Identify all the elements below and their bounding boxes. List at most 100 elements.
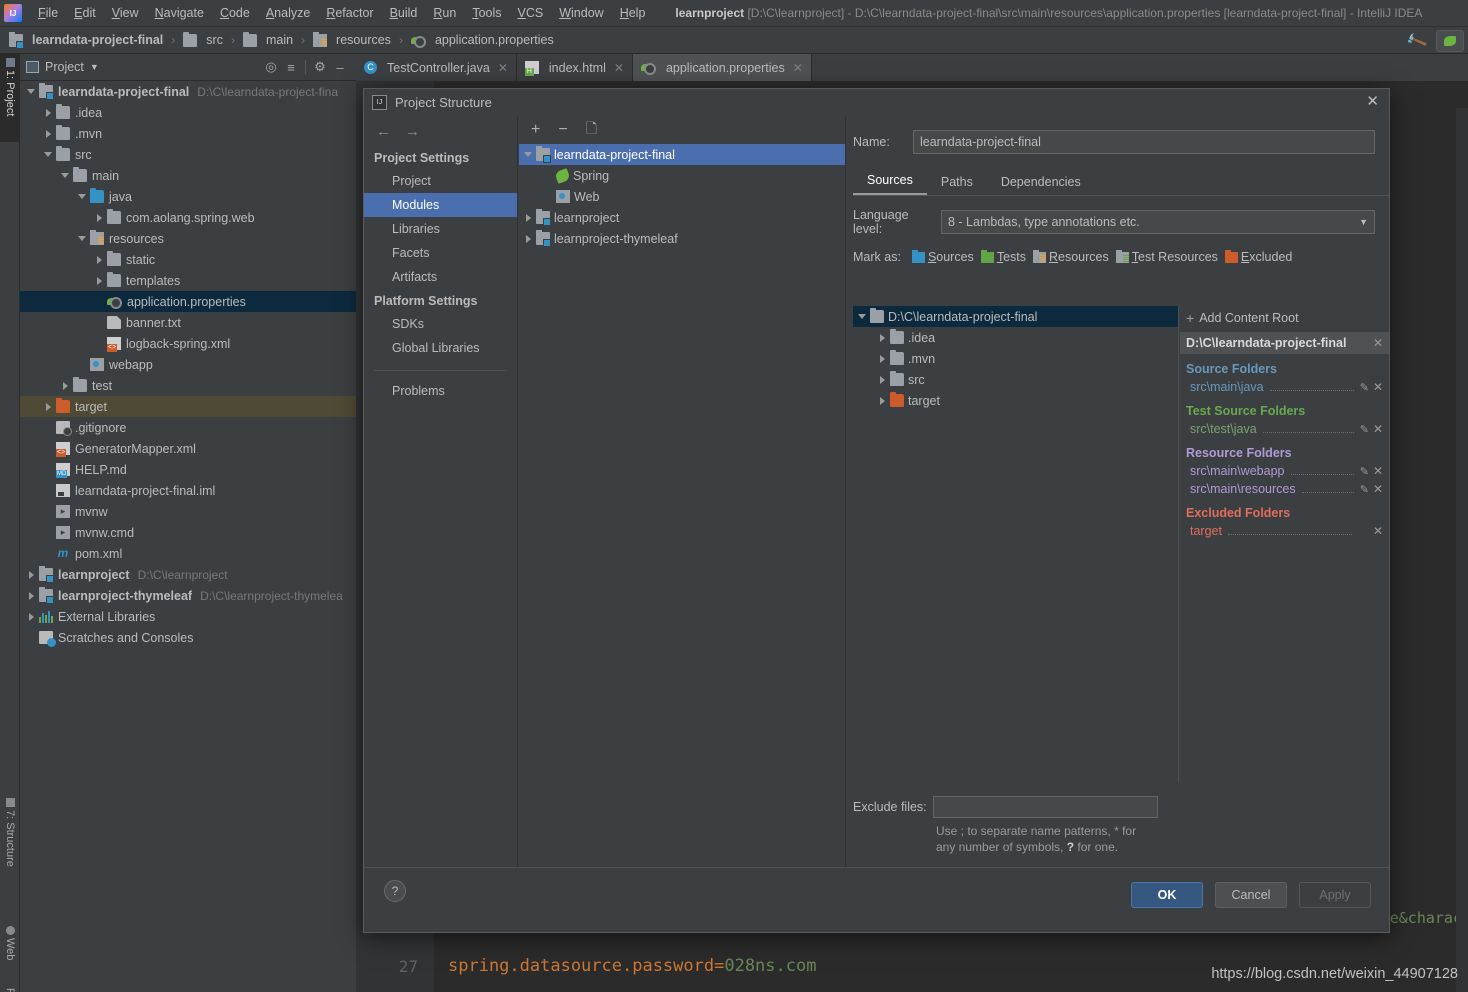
tree-row[interactable]: Scratches and Consoles	[20, 627, 356, 648]
tree-row[interactable]: java	[20, 186, 356, 207]
copy-module-button[interactable]: 🗋	[586, 118, 597, 142]
chevron-down-icon[interactable]	[26, 86, 37, 97]
scroll-from-source-button[interactable]: ◎	[261, 57, 281, 77]
chevron-down-icon[interactable]	[77, 233, 88, 244]
menu-item-file[interactable]: File	[30, 3, 66, 23]
editor-tab-bar[interactable]: CTestController.java✕index.html✕applicat…	[356, 54, 1468, 81]
tree-row[interactable]: resources	[20, 228, 356, 249]
tree-row[interactable]: com.aolang.spring.web	[20, 207, 356, 228]
tree-row[interactable]: src	[20, 144, 356, 165]
tab-paths[interactable]: Paths	[927, 170, 987, 195]
back-arrow-icon[interactable]: ←	[376, 123, 391, 140]
tool-tab-project[interactable]: 1: Project	[0, 54, 20, 142]
module-tabs[interactable]: Sources Paths Dependencies	[853, 168, 1389, 196]
sidebar-item-artifacts[interactable]: Artifacts	[364, 265, 517, 289]
sidebar-item-facets[interactable]: Facets	[364, 241, 517, 265]
module-tree-row[interactable]: Spring	[519, 165, 845, 186]
edit-pencil-icon[interactable]: ✎	[1360, 483, 1369, 496]
close-icon[interactable]: ✕	[498, 61, 508, 75]
tree-row[interactable]: main	[20, 165, 356, 186]
tool-tab-structure[interactable]: 7: Structure	[0, 794, 20, 902]
editor-tab[interactable]: C TestController.java ✕	[356, 54, 517, 81]
tree-row[interactable]: templates	[20, 270, 356, 291]
tool-tab-web[interactable]: Web	[0, 922, 20, 978]
menu-item-edit[interactable]: Edit	[66, 3, 104, 23]
project-file-tree[interactable]: learndata-project-final D:\C\learndata-pr…	[20, 81, 356, 992]
chevron-right-icon[interactable]	[94, 275, 105, 286]
edit-pencil-icon[interactable]: ✎	[1360, 423, 1369, 436]
chevron-right-icon[interactable]	[877, 374, 888, 385]
remove-content-root-icon[interactable]: ✕	[1373, 336, 1383, 350]
sidebar-item-problems[interactable]: Problems	[364, 379, 517, 403]
tree-row[interactable]: GeneratorMapper.xml	[20, 438, 356, 459]
tree-row[interactable]: External Libraries	[20, 606, 356, 627]
mark-as-test-resources[interactable]: Test Resources	[1115, 249, 1218, 264]
menu-item-analyze[interactable]: Analyze	[258, 3, 318, 23]
tree-row[interactable]: ▸ mvnw.cmd	[20, 522, 356, 543]
tree-row[interactable]: logback-spring.xml	[20, 333, 356, 354]
content-root-row[interactable]: target	[853, 390, 1178, 411]
chevron-down-icon[interactable]	[43, 149, 54, 160]
chevron-right-icon[interactable]	[94, 212, 105, 223]
mark-as-tests[interactable]: Tests	[980, 249, 1026, 264]
chevron-right-icon[interactable]	[523, 233, 534, 244]
apply-button[interactable]: Apply	[1299, 882, 1371, 908]
mark-as-resources[interactable]: Resources	[1033, 249, 1109, 264]
chevron-right-icon[interactable]	[43, 128, 54, 139]
sidebar-item-modules[interactable]: Modules	[364, 193, 517, 217]
name-input[interactable]: learndata-project-final	[913, 130, 1375, 154]
chevron-right-icon[interactable]	[94, 254, 105, 265]
content-root-row[interactable]: D:\C\learndata-project-final	[853, 306, 1178, 327]
chevron-right-icon[interactable]	[877, 353, 888, 364]
chevron-down-icon[interactable]	[77, 191, 88, 202]
modules-tree[interactable]: learndata-project-final Spring Web learnpro…	[519, 144, 845, 249]
add-content-root-button[interactable]: + Add Content Root	[1180, 306, 1389, 332]
chevron-right-icon[interactable]	[523, 212, 534, 223]
tree-row[interactable]: .gitignore	[20, 417, 356, 438]
menu-item-window[interactable]: Window	[551, 3, 611, 23]
language-level-select[interactable]: 8 - Lambdas, type annotations etc. ▼	[941, 210, 1375, 234]
sidebar-item-libraries[interactable]: Libraries	[364, 217, 517, 241]
editor-scrollbar[interactable]	[1456, 108, 1468, 992]
tree-row[interactable]: .idea	[20, 102, 356, 123]
sidebar-item-project[interactable]: Project	[364, 169, 517, 193]
edit-pencil-icon[interactable]: ✎	[1360, 465, 1369, 478]
chevron-down-icon[interactable]: ▼	[90, 62, 99, 72]
chevron-right-icon[interactable]	[877, 332, 888, 343]
tree-row[interactable]: learnproject-thymeleaf D:\C\learnproject-…	[20, 585, 356, 606]
hide-panel-button[interactable]: –	[330, 57, 350, 77]
breadcrumb-item-resources[interactable]: resources	[310, 31, 394, 48]
chevron-right-icon[interactable]	[26, 611, 37, 622]
menu-item-code[interactable]: Code	[212, 3, 258, 23]
sidebar-item-global-libraries[interactable]: Global Libraries	[364, 336, 517, 360]
help-button[interactable]: ?	[384, 880, 406, 902]
tree-row[interactable]: webapp	[20, 354, 356, 375]
cancel-button[interactable]: Cancel	[1215, 882, 1287, 908]
tree-row[interactable]: ▸ mvnw	[20, 501, 356, 522]
chevron-down-icon[interactable]	[60, 170, 71, 181]
forward-arrow-icon[interactable]: →	[405, 123, 420, 140]
breadcrumb-item-application-properties[interactable]: application.properties	[408, 32, 557, 48]
collapse-all-button[interactable]: ≡	[281, 57, 301, 77]
tree-row[interactable]: application.properties	[20, 291, 356, 312]
tree-row[interactable]: m pom.xml	[20, 543, 356, 564]
tree-row[interactable]: test	[20, 375, 356, 396]
remove-folder-icon[interactable]: ✕	[1373, 422, 1383, 436]
remove-module-button[interactable]: −	[558, 121, 567, 139]
close-icon[interactable]: ✕	[614, 61, 624, 75]
menu-items[interactable]: File Edit View Navigate Code Analyze Refactor B…	[30, 3, 653, 23]
chevron-right-icon[interactable]	[43, 401, 54, 412]
tree-row[interactable]: banner.txt	[20, 312, 356, 333]
project-settings-items[interactable]: Project Modules Libraries Facets Artifacts	[364, 169, 517, 289]
tree-row[interactable]: .mvn	[20, 123, 356, 144]
remove-folder-icon[interactable]: ✕	[1373, 524, 1383, 538]
gear-icon[interactable]: ⚙	[310, 57, 330, 77]
breadcrumb-item-src[interactable]: src	[180, 31, 226, 48]
menu-item-run[interactable]: Run	[425, 3, 464, 23]
content-root-row[interactable]: .idea	[853, 327, 1178, 348]
ok-button[interactable]: OK	[1131, 882, 1203, 908]
menu-item-view[interactable]: View	[104, 3, 147, 23]
mark-as-excluded[interactable]: Excluded	[1224, 249, 1292, 264]
tree-row[interactable]: learnproject D:\C\learnproject	[20, 564, 356, 585]
module-tree-row[interactable]: learnproject	[519, 207, 845, 228]
